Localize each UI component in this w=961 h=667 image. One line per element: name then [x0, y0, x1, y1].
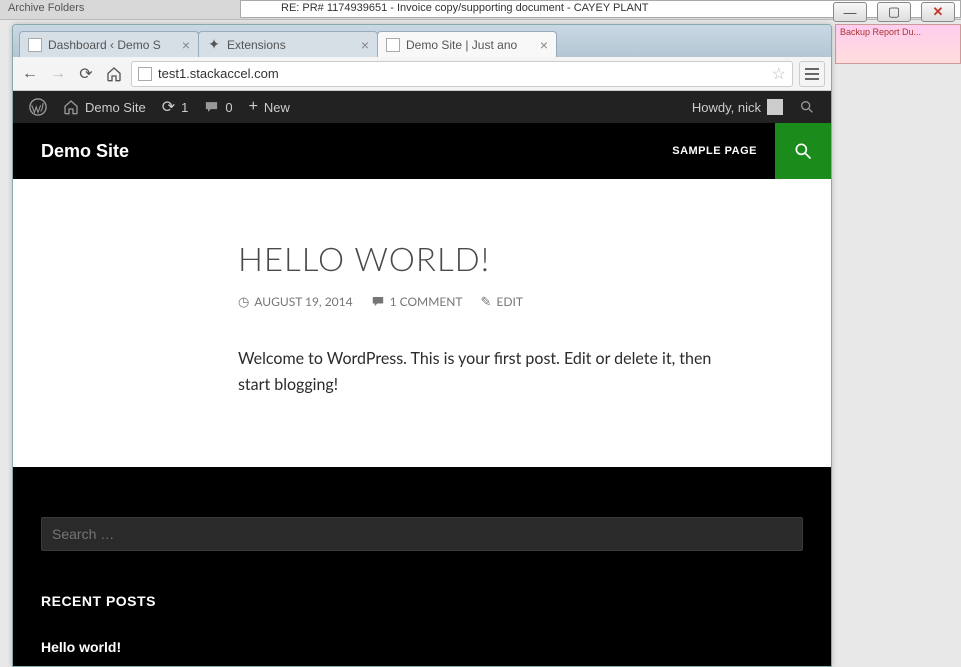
page-icon [138, 67, 152, 81]
tab-demo-site[interactable]: Demo Site | Just ano × [377, 31, 557, 57]
footer-widgets: RECENT POSTS Hello world! [13, 467, 831, 666]
post-edit-link[interactable]: ✎ EDIT [481, 293, 523, 310]
tab-dashboard[interactable]: Dashboard ‹ Demo S × [19, 31, 199, 57]
comments-link[interactable]: 0 [196, 91, 240, 123]
new-content-link[interactable]: + New [241, 91, 298, 123]
page-viewport[interactable]: Demo Site ⟳ 1 0 + New Howdy, nick [13, 91, 831, 666]
post: HELLO WORLD! ◷ AUGUST 19, 2014 1 COMMENT… [238, 239, 712, 397]
wp-logo[interactable] [21, 91, 55, 123]
tab-title: Extensions [227, 38, 355, 52]
site-link[interactable]: Demo Site [55, 91, 154, 123]
tab-title: Dashboard ‹ Demo S [48, 38, 176, 52]
tab-close-icon[interactable]: × [540, 37, 548, 53]
new-label: New [264, 100, 290, 115]
bookmark-star-icon[interactable]: ☆ [772, 64, 786, 84]
site-nav: SAMPLE PAGE [654, 123, 831, 179]
back-button[interactable]: ← [19, 63, 41, 85]
page-icon [28, 38, 42, 52]
user-menu[interactable]: Howdy, nick [684, 91, 791, 123]
page-icon [386, 38, 400, 52]
page-content: Demo Site ⟳ 1 0 + New Howdy, nick [13, 91, 831, 666]
updates-count: 1 [181, 100, 188, 115]
clock-icon: ◷ [238, 293, 249, 310]
tab-title: Demo Site | Just ano [406, 38, 534, 52]
avatar [767, 99, 783, 115]
post-title[interactable]: HELLO WORLD! [238, 239, 712, 279]
comment-icon [371, 295, 385, 308]
background-notification: Backup Report Du... [835, 24, 961, 64]
wp-admin-bar: Demo Site ⟳ 1 0 + New Howdy, nick [13, 91, 831, 123]
admin-search[interactable] [791, 91, 823, 123]
post-edit-text: EDIT [496, 294, 523, 309]
search-input[interactable] [52, 526, 792, 542]
url-text: test1.stackaccel.com [158, 66, 772, 81]
recent-posts-list: Hello world! [41, 635, 803, 659]
nav-sample-page[interactable]: SAMPLE PAGE [654, 123, 775, 179]
puzzle-icon: ✦ [207, 38, 221, 52]
tab-close-icon[interactable]: × [182, 37, 190, 53]
window-controls: — ▢ ✕ [833, 2, 955, 22]
refresh-icon: ⟳ [162, 97, 175, 117]
tab-close-icon[interactable]: × [361, 37, 369, 53]
plus-icon: + [249, 98, 258, 116]
site-header: Demo Site SAMPLE PAGE [13, 123, 831, 179]
comment-icon [204, 100, 219, 114]
minimize-button[interactable]: — [833, 2, 867, 22]
browser-window: Dashboard ‹ Demo S × ✦ Extensions × Demo… [12, 24, 832, 667]
updates-link[interactable]: ⟳ 1 [154, 91, 197, 123]
post-content: Welcome to WordPress. This is your first… [238, 346, 712, 397]
forward-button[interactable]: → [47, 63, 69, 85]
howdy-text: Howdy, nick [692, 100, 761, 115]
recent-posts-title: RECENT POSTS [41, 593, 803, 609]
pencil-icon: ✎ [481, 293, 492, 310]
recent-post-item[interactable]: Hello world! [41, 635, 803, 659]
post-meta: ◷ AUGUST 19, 2014 1 COMMENT ✎ EDIT [238, 293, 712, 310]
post-comments-link[interactable]: 1 COMMENT [371, 294, 463, 309]
search-icon [793, 141, 813, 161]
comments-count: 0 [225, 100, 232, 115]
tab-extensions[interactable]: ✦ Extensions × [198, 31, 378, 57]
site-title[interactable]: Demo Site [41, 141, 129, 162]
search-toggle[interactable] [775, 123, 831, 179]
tab-strip: Dashboard ‹ Demo S × ✦ Extensions × Demo… [13, 25, 831, 57]
site-name-label: Demo Site [85, 100, 146, 115]
footer-search[interactable] [41, 517, 803, 551]
reload-button[interactable]: ⟳ [75, 63, 97, 85]
browser-menu-button[interactable] [799, 61, 825, 87]
search-icon [799, 99, 815, 115]
maximize-button[interactable]: ▢ [877, 2, 911, 22]
post-comments-text: 1 COMMENT [390, 294, 463, 309]
address-bar[interactable]: test1.stackaccel.com ☆ [131, 61, 793, 87]
main-content: HELLO WORLD! ◷ AUGUST 19, 2014 1 COMMENT… [13, 179, 831, 467]
post-date[interactable]: ◷ AUGUST 19, 2014 [238, 293, 353, 310]
home-button[interactable] [103, 63, 125, 85]
browser-toolbar: ← → ⟳ test1.stackaccel.com ☆ [13, 57, 831, 91]
post-date-text: AUGUST 19, 2014 [254, 294, 352, 309]
close-button[interactable]: ✕ [921, 2, 955, 22]
